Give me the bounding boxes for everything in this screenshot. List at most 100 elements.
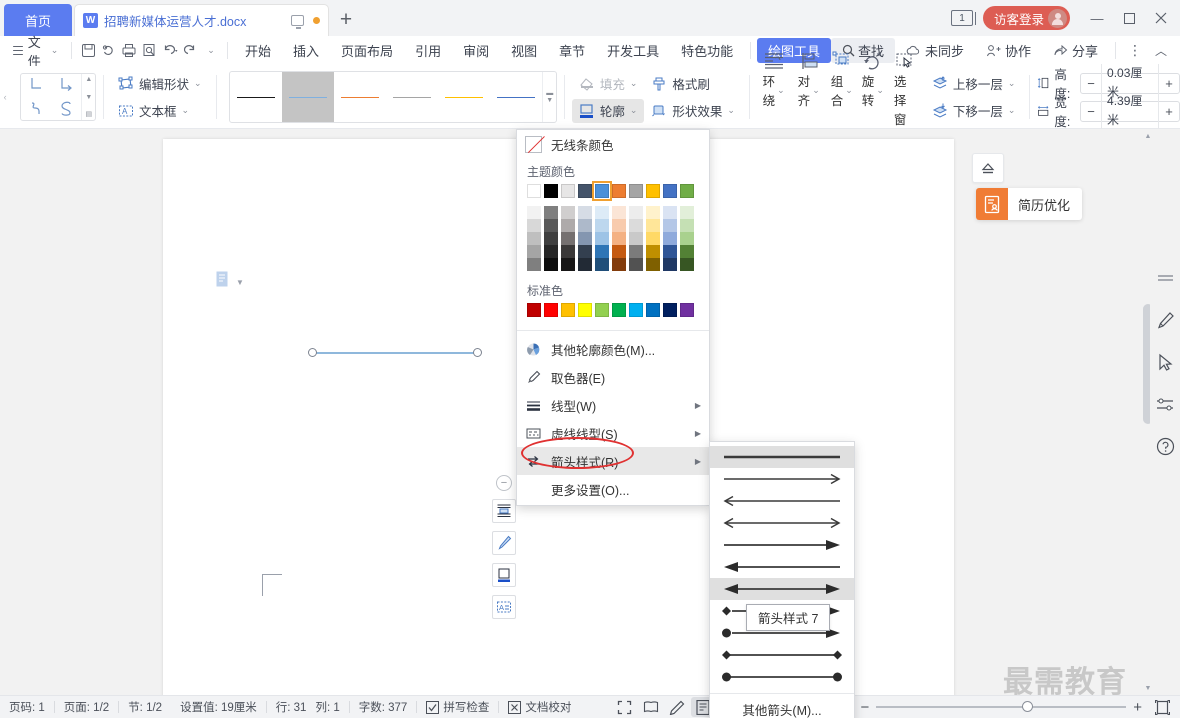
line-style-4[interactable] [438, 72, 490, 122]
floating-context-toolbar[interactable]: A [492, 499, 516, 619]
more-arrows-item[interactable]: 其他箭头(M)... [710, 694, 854, 718]
swatch-tint-4-5[interactable] [612, 258, 626, 271]
redo-icon[interactable] [180, 39, 200, 63]
swatch-tint-3-7[interactable] [646, 245, 660, 258]
swatch-tint-2-5[interactable] [612, 232, 626, 245]
shape-curved-connector-icon[interactable] [28, 100, 45, 120]
tab-references[interactable]: 引用 [404, 38, 452, 63]
maximize-button[interactable] [1114, 3, 1144, 33]
text-box-button[interactable]: A 文本框 ⌄ [111, 99, 209, 123]
fit-page-icon[interactable] [1150, 697, 1174, 717]
send-backward-button[interactable]: 下移一层 ⌄ [925, 99, 1023, 123]
swatch-tint-2-3[interactable] [578, 232, 592, 245]
swatch-tint-3-6[interactable] [629, 245, 643, 258]
shape-elbow-connector-icon[interactable] [28, 76, 45, 96]
edit-shape-button[interactable]: 编辑形状 ⌄ [111, 72, 209, 96]
format-painter-button[interactable]: 格式刷 [644, 72, 742, 96]
line-style-0[interactable] [230, 72, 282, 122]
align-button[interactable]: 对齐 ⌄ [792, 49, 826, 111]
swatch-theme-9[interactable] [680, 184, 694, 198]
file-menu-button[interactable]: 文件 ⌄ [6, 32, 65, 70]
arrow-style-none[interactable] [710, 446, 854, 468]
eject-panel-button[interactable] [972, 153, 1004, 183]
shape-handle-start[interactable] [308, 348, 317, 357]
zoom-knob[interactable] [1022, 701, 1034, 712]
swatch-tint-0-5[interactable] [612, 206, 626, 219]
fill-button[interactable]: 填充 ⌄ [572, 72, 645, 96]
swatch-tint-1-2[interactable] [561, 219, 575, 232]
save-icon[interactable] [78, 39, 98, 63]
width-decrement-button[interactable]: − [1081, 104, 1101, 119]
expand-gallery-icon[interactable]: ▤ [86, 111, 93, 118]
arrow-style-2[interactable] [710, 490, 854, 512]
swatch-theme-5[interactable] [612, 184, 626, 198]
swatch-theme-2[interactable] [561, 184, 575, 198]
sync-icon[interactable] [99, 39, 119, 63]
read-layout-icon[interactable] [639, 697, 663, 717]
line-weight-item[interactable]: 线型(W) ▶ [517, 391, 709, 419]
zoom-in-button[interactable]: + [1133, 699, 1142, 716]
share-button[interactable]: 分享 [1042, 38, 1109, 63]
theme-colors-grid[interactable] [517, 181, 709, 277]
swatch-tint-2-8[interactable] [663, 232, 677, 245]
theme-tint-row-0[interactable] [527, 206, 699, 219]
undo-icon[interactable] [160, 39, 180, 63]
print-icon[interactable] [119, 39, 139, 63]
swatch-tint-3-1[interactable] [544, 245, 558, 258]
swatch-standard-3[interactable] [578, 303, 592, 317]
swatch-tint-1-0[interactable] [527, 219, 541, 232]
tab-start[interactable]: 开始 [234, 38, 282, 63]
swatch-standard-7[interactable] [646, 303, 660, 317]
chevron-down-icon[interactable]: ▼ [236, 278, 244, 287]
fill-color-button[interactable] [492, 563, 516, 587]
collapse-ribbon-icon[interactable]: ︿ [1148, 39, 1174, 63]
collaborate-button[interactable]: 协作 [975, 38, 1042, 63]
zoom-slider[interactable]: − + [860, 699, 1142, 716]
theme-base-row[interactable] [527, 181, 699, 201]
swatch-tint-3-4[interactable] [595, 245, 609, 258]
chevron-down-icon[interactable]: ▼ [85, 94, 92, 101]
shapes-gallery[interactable]: ▲ ▼ ▤ [20, 73, 97, 121]
swatch-standard-6[interactable] [629, 303, 643, 317]
window-count-badge[interactable]: 1 [950, 10, 976, 26]
tab-special-features[interactable]: 特色功能 [670, 38, 744, 63]
swatch-tint-0-3[interactable] [578, 206, 592, 219]
shape-s-curve-icon[interactable] [58, 100, 75, 120]
arrow-style-4[interactable] [710, 534, 854, 556]
swatch-tint-0-1[interactable] [544, 206, 558, 219]
swatch-tint-4-4[interactable] [595, 258, 609, 271]
standard-row[interactable] [527, 303, 699, 317]
swatch-tint-0-8[interactable] [663, 206, 677, 219]
swatch-tint-2-1[interactable] [544, 232, 558, 245]
swatch-tint-4-2[interactable] [561, 258, 575, 271]
chevron-up-icon[interactable]: ▲ [85, 76, 92, 83]
swatch-tint-2-0[interactable] [527, 232, 541, 245]
zoom-out-button[interactable]: − [860, 699, 869, 716]
arrow-style-1[interactable] [710, 468, 854, 490]
swatch-tint-0-7[interactable] [646, 206, 660, 219]
theme-tint-row-4[interactable] [527, 258, 699, 271]
arrow-style-item[interactable]: 箭头样式(R) ▶ [517, 447, 709, 475]
rotate-button[interactable]: 旋转 ⌄ [858, 49, 888, 111]
tab-document[interactable]: W 招聘新媒体运营人才.docx [74, 4, 329, 36]
swatch-tint-2-6[interactable] [629, 232, 643, 245]
swatch-standard-5[interactable] [612, 303, 626, 317]
theme-tint-row-3[interactable] [527, 245, 699, 258]
scroll-up-button[interactable]: ▲ [1141, 129, 1155, 143]
cursor-icon[interactable] [1153, 350, 1177, 374]
arrow-style-6[interactable] [710, 578, 854, 600]
swatch-tint-1-6[interactable] [629, 219, 643, 232]
tab-developer-tools[interactable]: 开发工具 [596, 38, 670, 63]
resume-optimize-card[interactable]: 简历优化 [976, 188, 1083, 220]
swatch-tint-1-3[interactable] [578, 219, 592, 232]
wrap-button[interactable]: 环绕 ⌄ [757, 49, 791, 111]
outline-button[interactable]: 轮廓 ⌄ [571, 98, 645, 123]
swatch-tint-4-0[interactable] [527, 258, 541, 271]
height-decrement-button[interactable]: − [1081, 76, 1101, 91]
arrow-style-submenu[interactable]: 其他箭头(M)... [709, 441, 855, 718]
zoom-track[interactable] [876, 701, 1127, 712]
chevron-down-icon[interactable]: ▼ [546, 97, 553, 104]
tab-view[interactable]: 视图 [500, 38, 548, 63]
shapes-gallery-scroller[interactable]: ▲ ▼ ▤ [81, 74, 95, 120]
swatch-tint-1-4[interactable] [595, 219, 609, 232]
